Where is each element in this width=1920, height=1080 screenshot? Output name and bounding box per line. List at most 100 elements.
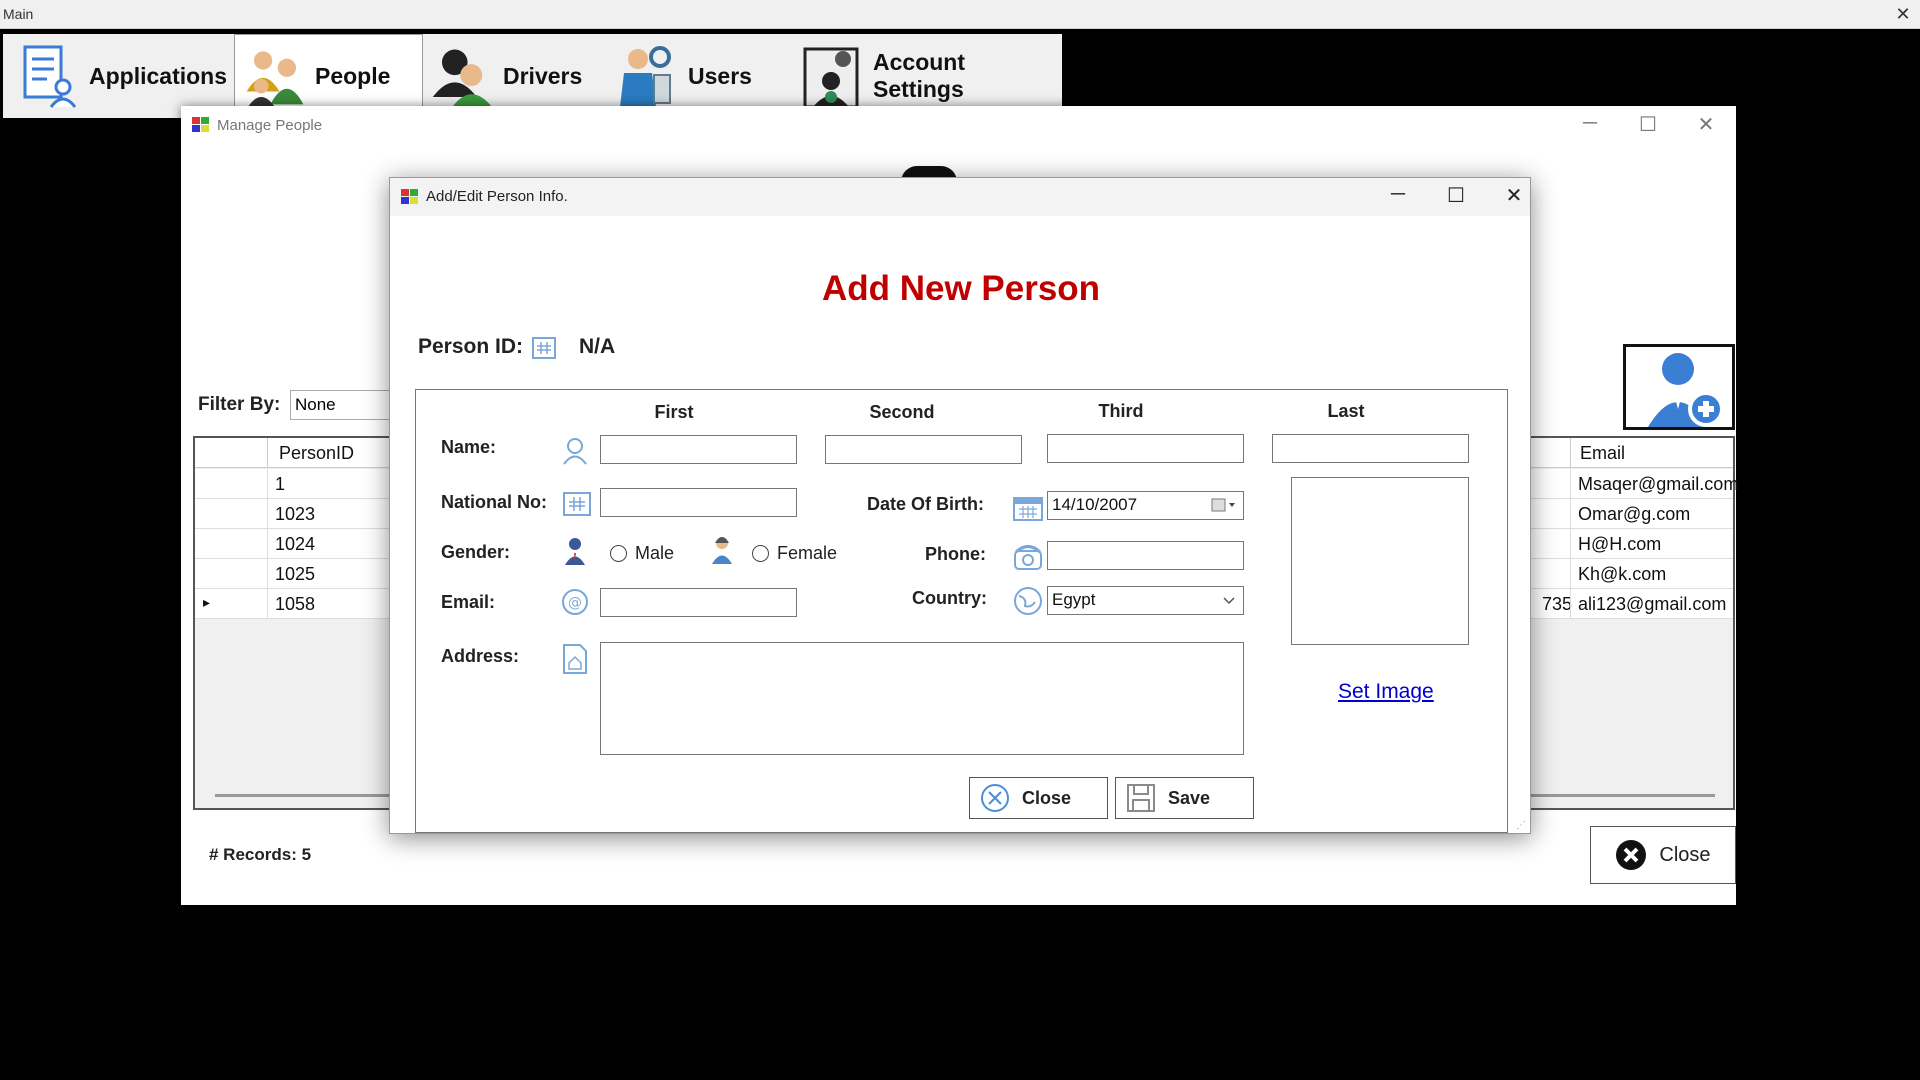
date-of-birth-value: 14/10/2007: [1052, 495, 1138, 514]
cell-email: H@H.com: [1578, 534, 1662, 554]
house-document-icon: [560, 644, 590, 674]
date-of-birth-label: Date Of Birth:: [867, 494, 984, 514]
save-label: Save: [1168, 787, 1211, 808]
cell-email: Omar@g.com: [1578, 504, 1691, 524]
add-person-icon: [1648, 353, 1724, 427]
manage-people-title: Manage People: [217, 117, 323, 134]
maximize-icon[interactable]: ☐: [1441, 183, 1471, 208]
country-select[interactable]: Egypt: [1047, 586, 1244, 615]
add-edit-person-dialog: Add/Edit Person Info. ─ ☐ ✕ Add New Pers…: [389, 177, 1531, 834]
menu-label-drivers: Drivers: [503, 62, 583, 89]
cell-partial: 735: [1542, 594, 1573, 614]
globe-icon: [1013, 586, 1043, 616]
close-circle-icon: [1616, 840, 1647, 870]
name-label: Name:: [441, 437, 497, 457]
column-first-label: First: [654, 402, 694, 422]
manage-people-titlebar: Manage People ─ ☐ ✕: [181, 106, 1736, 144]
close-circle-icon: [981, 784, 1009, 812]
add-new-person-button[interactable]: [1623, 344, 1735, 430]
applications-icon: [17, 42, 81, 110]
filter-by-label: Filter By:: [198, 394, 281, 415]
users-icon: [616, 42, 680, 110]
cell-email: Msaqer@gmail.com: [1578, 474, 1739, 494]
main-close-icon[interactable]: ✕: [1892, 3, 1914, 25]
third-name-input[interactable]: [1047, 434, 1244, 463]
column-header-email[interactable]: Email: [1580, 443, 1625, 464]
phone-input[interactable]: [1047, 541, 1244, 570]
date-of-birth-picker[interactable]: 14/10/2007: [1047, 491, 1244, 520]
dialog-close-button[interactable]: Close: [969, 777, 1108, 819]
last-name-input[interactable]: [1272, 434, 1469, 463]
id-card-icon: [562, 489, 592, 519]
maximize-icon[interactable]: ☐: [1633, 112, 1663, 137]
calendar-dropdown-icon[interactable]: [1211, 497, 1237, 518]
menu-label-applications: Applications: [89, 62, 228, 89]
cell-personid: 1024: [275, 534, 316, 554]
address-textarea[interactable]: [600, 642, 1244, 755]
main-titlebar: Main ✕: [0, 0, 1920, 29]
resize-grip-icon[interactable]: ⋰: [1516, 820, 1526, 831]
calendar-icon: [1013, 493, 1043, 523]
email-input[interactable]: [600, 588, 797, 617]
minimize-icon[interactable]: ─: [1383, 183, 1413, 206]
cell-email: ali123@gmail.com: [1578, 594, 1727, 614]
menu-label-people: People: [315, 62, 391, 89]
drivers-icon: [431, 42, 495, 110]
close-button[interactable]: Close: [1590, 826, 1736, 884]
dialog-heading: Add New Person: [821, 269, 1101, 308]
address-label: Address:: [441, 646, 520, 666]
person-id-label: Person ID:: [418, 335, 524, 358]
male-icon: [560, 536, 590, 566]
window-app-icon: [192, 117, 210, 138]
cell-personid: 1: [275, 474, 286, 494]
floppy-disk-icon: [1127, 784, 1155, 812]
female-radio[interactable]: [752, 545, 769, 562]
menu-label-users: Users: [688, 62, 752, 89]
set-image-link[interactable]: Set Image: [1338, 680, 1434, 704]
chevron-down-icon[interactable]: [1223, 596, 1235, 608]
female-icon: [707, 535, 737, 565]
cell-personid: 1058: [275, 594, 316, 614]
male-radio-label[interactable]: Male: [635, 543, 674, 564]
id-card-icon: [529, 333, 559, 363]
svg-text:@: @: [568, 595, 582, 611]
country-value: Egypt: [1052, 590, 1096, 609]
close-button-label: Close: [1659, 843, 1711, 866]
cell-personid: 1023: [275, 504, 316, 524]
save-button[interactable]: Save: [1115, 777, 1254, 819]
female-radio-label[interactable]: Female: [777, 543, 837, 564]
column-last-label: Last: [1327, 401, 1365, 421]
minimize-icon[interactable]: ─: [1575, 112, 1605, 135]
column-third-label: Third: [1098, 401, 1144, 421]
national-no-label: National No:: [441, 492, 547, 512]
close-icon[interactable]: ✕: [1499, 183, 1529, 208]
column-second-label: Second: [869, 402, 935, 422]
phone-label: Phone:: [925, 544, 986, 564]
account-settings-icon: [801, 42, 865, 110]
male-radio[interactable]: [610, 545, 627, 562]
window-app-icon: [401, 189, 419, 210]
email-label: Email:: [441, 592, 496, 612]
national-no-input[interactable]: [600, 488, 797, 517]
cell-email: Kh@k.com: [1578, 564, 1667, 584]
cell-personid: 1025: [275, 564, 316, 584]
column-header-personid[interactable]: PersonID: [279, 443, 354, 464]
at-sign-icon: @: [560, 587, 590, 617]
phone-icon: [1013, 542, 1043, 572]
gender-label: Gender:: [441, 542, 511, 562]
second-name-input[interactable]: [825, 435, 1022, 464]
people-icon: [243, 42, 307, 110]
person-info-group: First Second Third Last Name: National N…: [415, 389, 1508, 833]
dialog-title: Add/Edit Person Info.: [426, 188, 568, 205]
country-label: Country:: [912, 588, 987, 608]
menu-label-account-settings: Account Settings: [873, 49, 965, 102]
close-icon[interactable]: ✕: [1691, 112, 1721, 137]
dialog-close-label: Close: [1022, 787, 1072, 808]
first-name-input[interactable]: [600, 435, 797, 464]
dialog-titlebar: Add/Edit Person Info. ─ ☐ ✕: [390, 178, 1530, 216]
row-selector-icon: ▸: [203, 594, 211, 610]
person-image-box: [1291, 477, 1469, 645]
person-outline-icon: [560, 436, 590, 466]
main-window-title: Main: [3, 6, 34, 22]
person-id-value: N/A: [579, 335, 616, 358]
